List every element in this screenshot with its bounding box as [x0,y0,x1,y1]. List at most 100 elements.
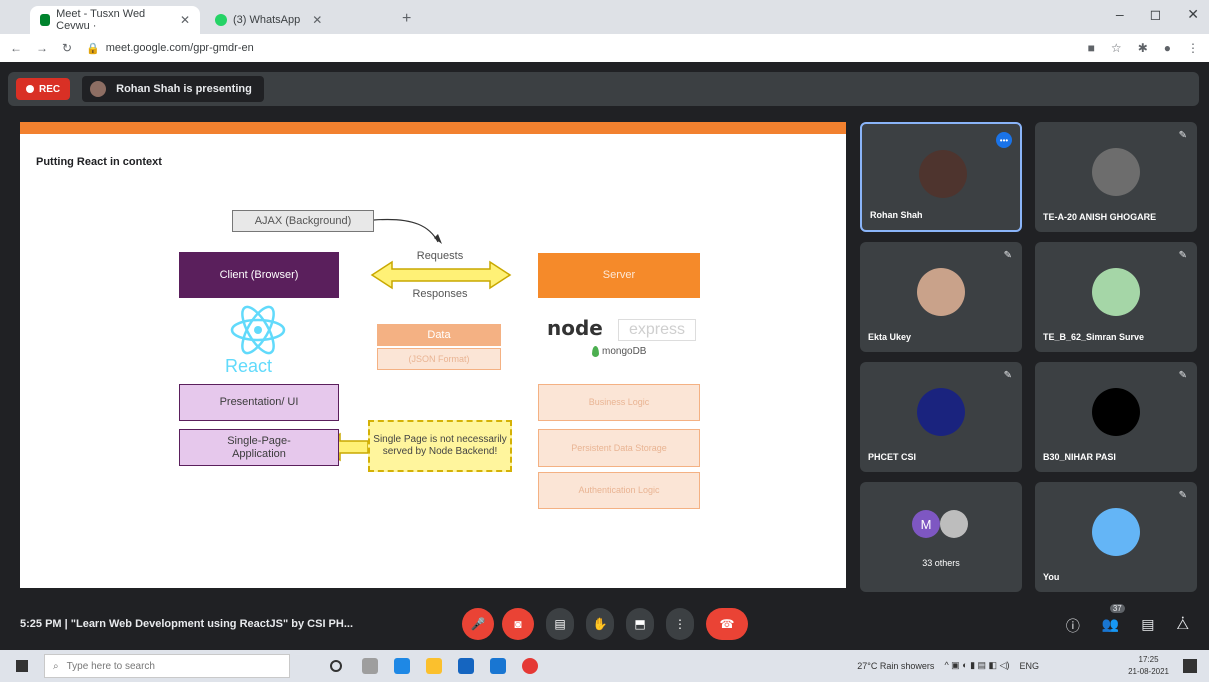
avatar [919,150,967,198]
more-options-button[interactable]: ⋮ [666,608,694,640]
business-logic-box: Business Logic [538,384,700,421]
express-label: express [618,319,696,341]
notifications-icon[interactable] [1183,659,1197,673]
more-options-icon[interactable]: ••• [996,132,1012,148]
ajax-arrowhead [434,234,442,244]
record-dot-icon [26,85,34,93]
raise-hand-button[interactable]: ✋ [586,608,614,640]
persistent-storage-box: Persistent Data Storage [538,429,700,467]
forward-icon[interactable]: → [36,41,48,55]
participants-count-badge: 37 [1109,604,1125,613]
info-icon[interactable]: ⓘ [1066,616,1080,636]
participant-tile-ekta[interactable]: ✎ Ekta Ukey [860,242,1022,352]
extensions-icon[interactable]: ✱ [1138,41,1148,55]
participant-name: B30_NIHAR PASI [1043,452,1116,462]
mic-off-icon: ✎ [1178,490,1187,501]
address-actions: ■ ☆ ✱ ● ⋮ [1088,41,1199,55]
auth-logic-box: Authentication Logic [538,472,700,509]
tab-whatsapp[interactable]: (3) WhatsApp ✕ [205,6,385,34]
avatar [917,268,965,316]
activities-icon[interactable]: ⧊ [1177,616,1190,636]
people-icon[interactable]: 👥 37 [1102,604,1125,636]
participant-name: You [1043,572,1060,582]
weather-text[interactable]: 27°C Rain showers [857,661,934,671]
store-icon[interactable] [458,658,474,674]
mic-off-icon: ✎ [1178,370,1187,381]
meeting-info: 5:25 PM | "Learn Web Development using R… [20,618,354,630]
windows-start-icon[interactable] [16,660,28,672]
json-format-box: (JSON Format) [377,348,501,370]
edge-icon[interactable] [394,658,410,674]
responses-label: Responses [412,288,468,300]
participant-name: Ekta Ukey [868,332,912,342]
taskbar-search[interactable]: ⌕ Type here to search [44,654,290,678]
window-controls: – ◻ ✕ [1116,6,1199,23]
others-initial-avatar: M [912,510,940,538]
participant-tile-phcet[interactable]: ✎ PHCET CSI [860,362,1022,472]
language-indicator[interactable]: ENG [1019,661,1039,671]
participant-tile-nihar[interactable]: ✎ B30_NIHAR PASI [1035,362,1197,472]
mic-off-icon: ✎ [1003,250,1012,261]
participant-name: TE-A-20 ANISH GHOGARE [1043,212,1157,222]
address-bar: ← → ↻ 🔒 meet.google.com/gpr-gmdr-en ■ ☆ … [0,34,1209,62]
mic-off-icon: ✎ [1178,250,1187,261]
request-response-arrow [370,260,512,290]
lock-icon: 🔒 [86,42,100,55]
mongodb-label: mongoDB [602,346,647,357]
mic-off-icon: ✎ [1003,370,1012,381]
cortana-icon[interactable] [330,660,342,672]
new-tab-button[interactable]: + [402,10,411,28]
mail-icon[interactable] [490,658,506,674]
participant-name: PHCET CSI [868,452,917,462]
minimize-icon[interactable]: – [1116,6,1124,23]
close-window-icon[interactable]: ✕ [1187,6,1199,23]
leave-call-button[interactable]: ☎ [706,608,748,640]
maximize-icon[interactable]: ◻ [1150,6,1162,23]
tray-icons[interactable]: ^ ▣ ◐ ▮ ▤ ◧ ◁) [944,660,1009,671]
mongodb-logo: mongoDB [592,346,646,357]
spa-box: Single-Page- Application [179,429,339,466]
camera-icon[interactable]: ■ [1088,41,1095,55]
present-button[interactable]: ⬒ [626,608,654,640]
profile-icon[interactable]: ● [1164,41,1171,55]
recording-badge: REC [16,78,71,100]
meet-favicon-icon [40,14,51,26]
avatar [1092,148,1140,196]
mic-toggle-button[interactable]: 🎤 [462,608,494,640]
camera-toggle-button[interactable]: ◙ [502,608,534,640]
tab-meet[interactable]: Meet - Tusxn Wed Cevwu · ✕ [30,6,200,34]
tab-bar: Meet - Tusxn Wed Cevwu · ✕ (3) WhatsApp … [0,0,1209,34]
back-icon[interactable]: ← [10,41,22,55]
participant-name: Rohan Shah [870,210,923,220]
captions-button[interactable]: ▤ [546,608,574,640]
participant-name: 33 others [922,558,960,568]
participant-tile-simran[interactable]: ✎ TE_B_62_Simran Surve [1035,242,1197,352]
meet-control-bar: 5:25 PM | "Learn Web Development using R… [0,598,1209,650]
participant-tile-you[interactable]: ✎ You [1035,482,1197,592]
chrome-icon[interactable] [522,658,538,674]
rec-label: REC [39,83,61,95]
avatar [1092,388,1140,436]
presenter-chip[interactable]: Rohan Shah is presenting [82,76,264,102]
star-icon[interactable]: ☆ [1111,41,1122,55]
url-field[interactable]: 🔒 meet.google.com/gpr-gmdr-en [86,42,1074,55]
clock[interactable]: 17:25 21-08-2021 [1128,654,1169,678]
ajax-arrow [373,218,439,243]
menu-icon[interactable]: ⋮ [1187,41,1199,55]
close-tab-icon[interactable]: ✕ [312,13,322,27]
participant-tile-others[interactable]: M 33 others [860,482,1022,592]
node-label: node [547,316,603,340]
participant-name: TE_B_62_Simran Surve [1043,332,1145,342]
mic-off-icon: ✎ [1178,130,1187,141]
avatar [940,510,968,538]
file-explorer-icon[interactable] [426,658,442,674]
shared-slide: Putting React in context AJAX (Backgroun… [20,122,846,588]
task-view-icon[interactable] [362,658,378,674]
participant-tile-anish[interactable]: ✎ TE-A-20 ANISH GHOGARE [1035,122,1197,232]
chat-icon[interactable]: ▤ [1141,616,1154,636]
avatar [917,388,965,436]
side-panel-controls: ⓘ 👥 37 ▤ ⧊ [1066,604,1190,636]
reload-icon[interactable]: ↻ [62,41,72,55]
participant-tile-rohan[interactable]: ••• Rohan Shah [860,122,1022,232]
close-tab-icon[interactable]: ✕ [180,13,190,27]
